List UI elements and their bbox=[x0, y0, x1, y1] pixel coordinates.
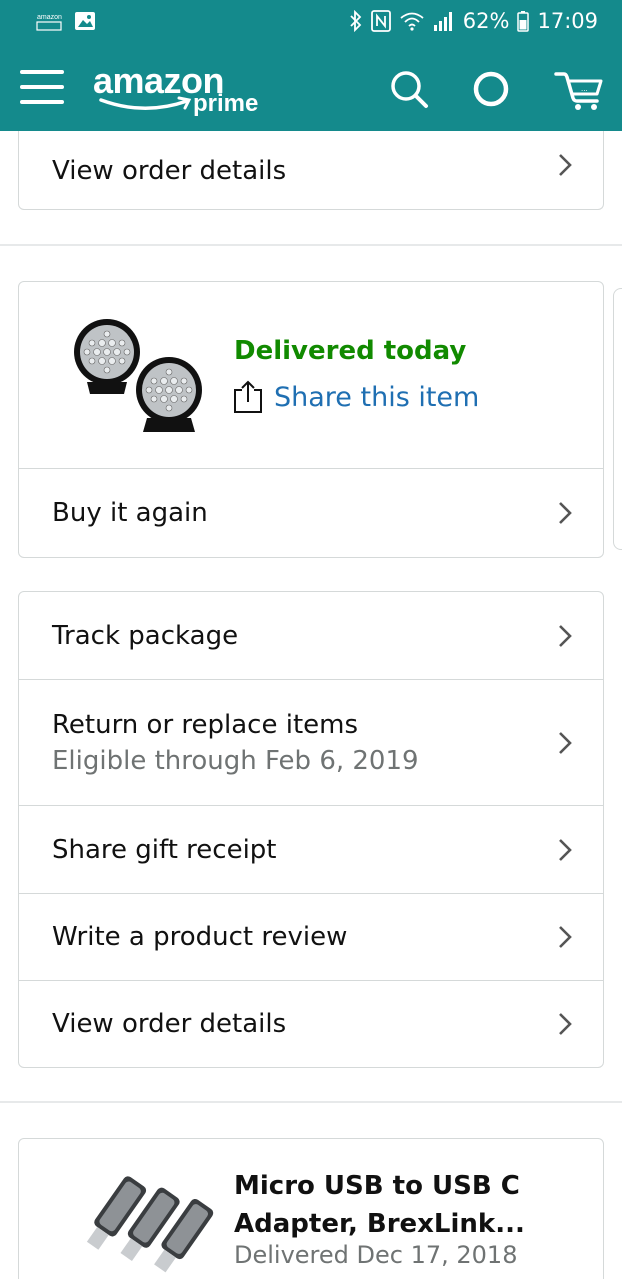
order-actions-card: Track package Return or replace items El… bbox=[18, 591, 604, 1068]
cart-icon[interactable]: ... bbox=[553, 66, 607, 112]
buy-it-again-row[interactable]: Buy it again bbox=[19, 469, 603, 557]
app-header: amazon prime ... bbox=[0, 42, 622, 131]
view-order-details-row[interactable]: View order details bbox=[19, 131, 603, 210]
return-replace-row[interactable]: Return or replace items Eligible through… bbox=[19, 679, 603, 805]
image-notification-icon bbox=[75, 12, 95, 30]
menu-button[interactable] bbox=[20, 70, 64, 104]
view-order-details-row[interactable]: View order details bbox=[19, 980, 603, 1067]
bluetooth-icon bbox=[350, 10, 362, 32]
product-title-line: Micro USB to USB C bbox=[234, 1171, 520, 1201]
nfc-icon bbox=[370, 10, 391, 32]
next-card-peek bbox=[613, 288, 622, 550]
delivered-item-card: Delivered today Share this item Buy it a… bbox=[18, 281, 604, 558]
battery-percent: 62% bbox=[462, 9, 510, 33]
chevron-right-icon bbox=[559, 153, 572, 176]
section-divider bbox=[0, 1101, 622, 1103]
delivery-status: Delivered today bbox=[234, 336, 467, 366]
previous-order-card: View order details bbox=[18, 131, 604, 210]
row-label: Track package bbox=[52, 620, 239, 651]
row-label: View order details bbox=[52, 155, 287, 186]
amazon-prime-logo[interactable]: amazon prime bbox=[93, 60, 273, 120]
svg-text:...: ... bbox=[581, 84, 588, 93]
chevron-right-icon bbox=[559, 838, 572, 861]
svg-text:amazon: amazon bbox=[37, 14, 62, 21]
share-gift-receipt-row[interactable]: Share gift receipt bbox=[19, 805, 603, 893]
track-package-row[interactable]: Track package bbox=[19, 592, 603, 679]
status-left-icons: amazon bbox=[36, 10, 96, 32]
item-summary[interactable]: Delivered today Share this item bbox=[19, 282, 603, 469]
row-label: Share gift receipt bbox=[52, 834, 277, 865]
smile-icon bbox=[99, 96, 192, 110]
clock: 17:09 bbox=[537, 9, 598, 33]
chevron-right-icon bbox=[559, 926, 572, 948]
row-label: Buy it again bbox=[52, 498, 208, 528]
logo-prime: prime bbox=[193, 90, 259, 117]
order-page: View order details Delivered today Share… bbox=[0, 131, 622, 1279]
menu-icon bbox=[20, 70, 64, 74]
product-title[interactable]: Micro USB to USB C Adapter, BrexLink... bbox=[234, 1167, 574, 1243]
menu-icon-bar bbox=[20, 85, 64, 89]
status-bar: amazon 62% 17:09 bbox=[0, 0, 622, 42]
search-icon[interactable] bbox=[386, 66, 432, 112]
delivery-date: Delivered Dec 17, 2018 bbox=[234, 1241, 518, 1269]
next-item-card[interactable]: Micro USB to USB C Adapter, BrexLink... … bbox=[18, 1138, 604, 1279]
chevron-right-icon bbox=[559, 731, 572, 754]
signal-icon bbox=[433, 12, 452, 31]
row-label: Write a product review bbox=[52, 922, 348, 952]
wifi-icon bbox=[400, 12, 424, 31]
battery-icon bbox=[517, 11, 530, 32]
chevron-right-icon bbox=[559, 1013, 572, 1035]
product-image-usb-adapters[interactable] bbox=[59, 1164, 219, 1279]
share-item-link[interactable]: Share this item bbox=[232, 380, 479, 414]
chevron-right-icon bbox=[559, 624, 572, 647]
alexa-icon[interactable] bbox=[468, 66, 514, 112]
chevron-right-icon bbox=[559, 502, 572, 524]
return-eligibility: Eligible through Feb 6, 2019 bbox=[52, 745, 419, 776]
section-divider bbox=[0, 244, 622, 246]
row-label: Return or replace items bbox=[52, 709, 359, 740]
write-review-row[interactable]: Write a product review bbox=[19, 893, 603, 980]
row-label: View order details bbox=[52, 1009, 287, 1039]
product-title-line: Adapter, BrexLink... bbox=[234, 1209, 525, 1239]
share-icon bbox=[234, 380, 262, 413]
product-image-work-lights[interactable] bbox=[69, 312, 214, 437]
amazon-notification-icon: amazon bbox=[36, 14, 62, 31]
status-right: 62% 17:09 bbox=[349, 9, 598, 33]
menu-icon-bar bbox=[20, 100, 64, 104]
share-item-label: Share this item bbox=[274, 381, 480, 413]
